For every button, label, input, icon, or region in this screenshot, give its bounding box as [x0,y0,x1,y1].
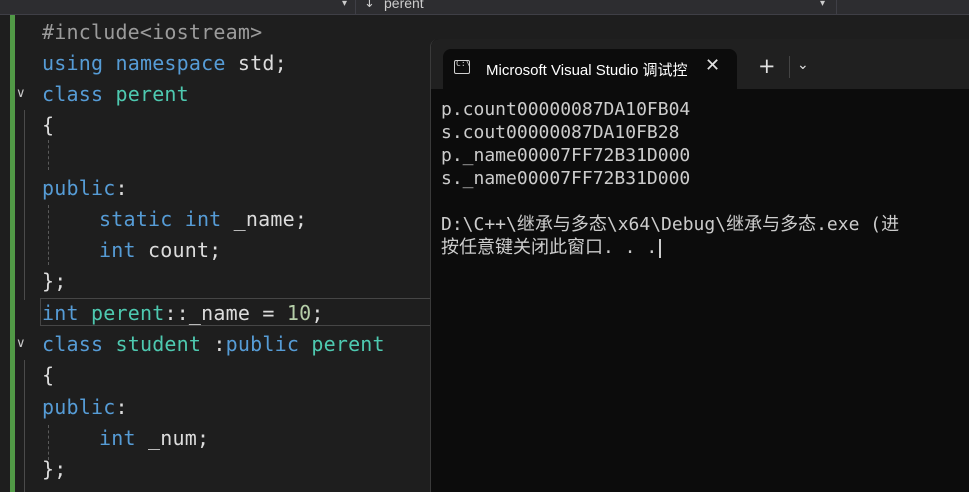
output-line: 按任意键关闭此窗口. . . [441,236,969,259]
terminal-output[interactable]: p.count00000087DA10FB04 s.cout00000087DA… [441,98,969,259]
editor-navigation-bar: ▾ ↓ perent ▾ [0,0,969,15]
new-tab-button[interactable]: + [758,56,776,77]
chevron-down-icon[interactable]: ▾ [342,0,347,9]
code-line[interactable]: class student :public perent [42,329,385,360]
chevron-down-icon[interactable]: ⌄ [797,57,809,73]
console-icon: C:\ [454,59,470,74]
tab-title: Microsoft Visual Studio 调试控 [486,62,688,79]
code-line[interactable]: public: [42,173,128,204]
member-dropdown-label: perent [384,0,424,11]
code-line[interactable]: public: [42,392,128,423]
output-line: s.cout00000087DA10FB28 [441,122,680,143]
terminal-window[interactable]: C:\ Microsoft Visual Studio 调试控 ✕ + ⌄ p.… [430,39,969,492]
fold-guide [24,360,25,492]
code-line[interactable]: #include<iostream> [42,17,262,48]
fold-toggle-icon[interactable]: ∨ [16,336,26,351]
member-arrow-icon: ↓ [364,0,375,11]
code-line[interactable]: int count; [99,235,221,266]
code-line[interactable]: { [42,110,54,141]
divider [789,56,790,78]
output-line: p.count00000087DA10FB04 [441,99,691,120]
scope-dropdown[interactable]: ▾ [0,0,356,14]
terminal-tab[interactable]: C:\ Microsoft Visual Studio 调试控 ✕ [443,49,737,89]
code-line[interactable]: { [42,360,54,391]
change-tracking-bar [10,15,15,492]
code-line[interactable]: }; [42,454,66,485]
indent-guide [48,205,49,265]
code-line[interactable]: using namespace std; [42,48,287,79]
output-line: p._name00007FF72B31D000 [441,145,691,166]
fold-toggle-icon[interactable]: ∨ [16,86,26,101]
close-icon[interactable]: ✕ [705,55,720,76]
code-line[interactable]: int _num; [99,423,209,454]
output-line: D:\C++\继承与多态\x64\Debug\继承与多态.exe (进 [441,214,900,235]
code-line[interactable]: int perent::_name = 10; [42,298,324,329]
code-line[interactable]: static int _name; [99,204,307,235]
output-line: s._name00007FF72B31D000 [441,168,691,189]
chevron-down-icon[interactable]: ▾ [820,0,825,9]
code-line[interactable]: }; [42,266,66,297]
fold-guide [24,110,25,300]
terminal-titlebar[interactable]: C:\ Microsoft Visual Studio 调试控 ✕ + ⌄ [431,39,969,89]
code-line[interactable]: class perent [42,79,189,110]
member-dropdown[interactable]: ↓ perent ▾ [358,0,837,14]
text-cursor [659,238,662,258]
indent-guide [48,140,49,170]
